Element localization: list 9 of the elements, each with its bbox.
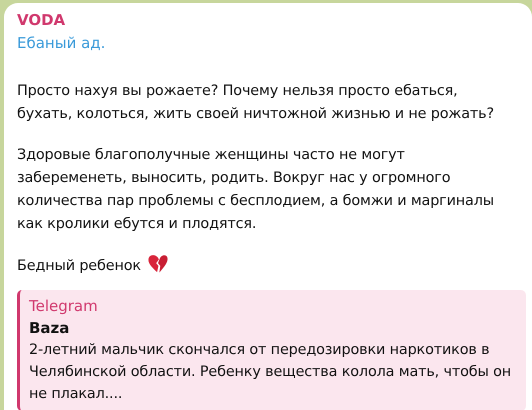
broken-heart-icon [147,254,170,274]
message-text: Бедный ребенок [17,258,141,274]
quote-source: Telegram [29,296,99,317]
message-text: Просто нахуя вы рожаете? Почему нельзя просто ебаться, бухать, колоться, жить своей ничтожной жизнью и не рожать? [17,83,494,122]
sender-name: VODA [17,10,66,31]
forwarded-quote[interactable]: Telegram Baza 2-летний мальчик скончался от передозировки наркотиков в Челябинской области. Ребенку вещества колола мать, чтобы он не плакал.... [17,290,526,410]
quote-author: Baza [29,318,70,339]
quote-text: 2-летний мальчик скончался от передозировки наркотиков в Челябинской области. Ребенку вещества колола мать, чтобы он не плакал.... [29,341,512,404]
message-text: Здоровые благополучные женщины часто не могут забеременеть, выносить, родить. Вокруг нас у огромного количества пар проблемы с бесплодием, а бомжи и маргиналы как кролики ебутся и плодятся. [17,147,494,232]
